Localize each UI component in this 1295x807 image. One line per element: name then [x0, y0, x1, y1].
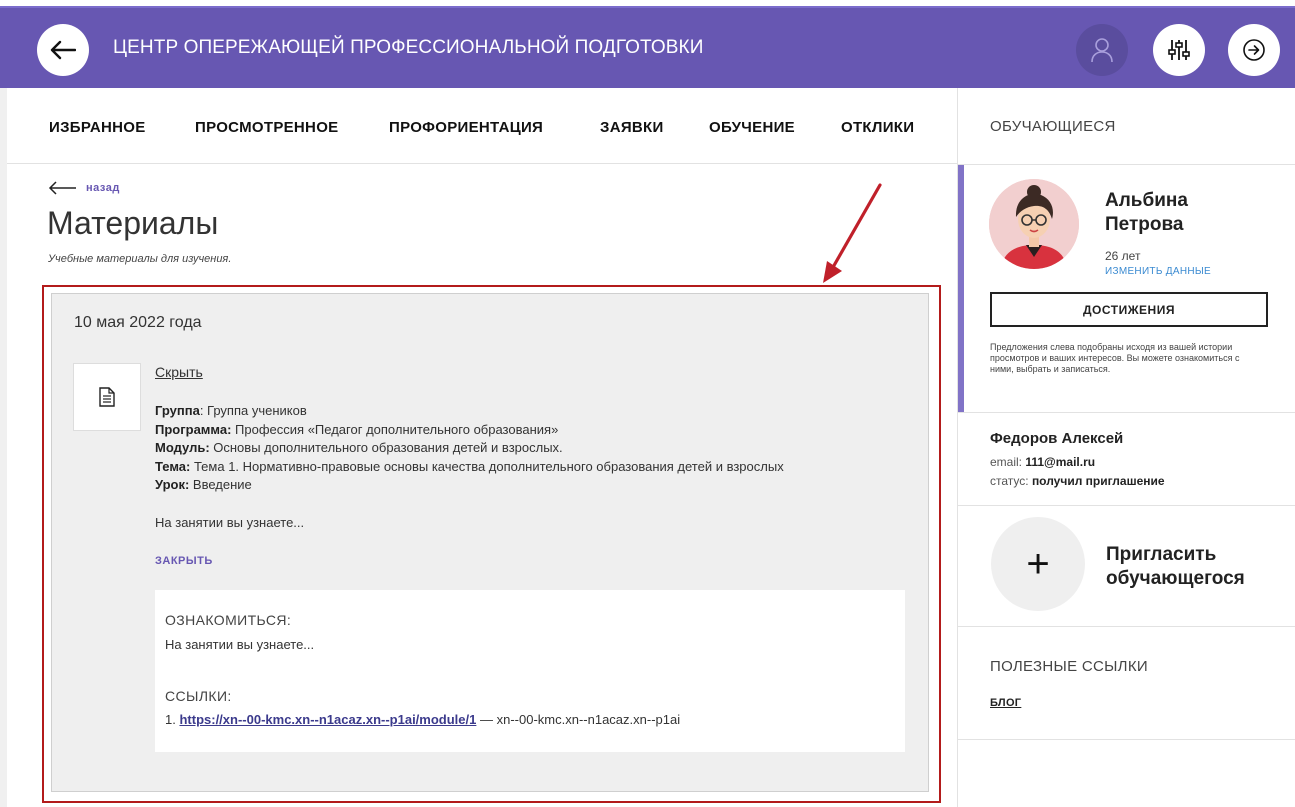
arrow-left-icon	[50, 40, 76, 60]
invite-student-label[interactable]: Пригласить обучающегося	[1106, 543, 1286, 591]
review-text: На занятии вы узнаете...	[165, 637, 315, 652]
nav-item-applications[interactable]: ЗАЯВКИ	[600, 119, 664, 136]
left-edge-strip	[0, 88, 7, 807]
links-heading: ССЫЛКИ:	[165, 688, 232, 704]
nav-item-learning[interactable]: ОБУЧЕНИЕ	[709, 119, 795, 136]
back-link[interactable]: назад	[48, 181, 120, 195]
edit-profile-link[interactable]: ИЗМЕНИТЬ ДАННЫЕ	[1105, 266, 1211, 277]
user-profile-button[interactable]	[1076, 24, 1128, 76]
exit-icon	[1243, 39, 1265, 61]
top-header: ЦЕНТР ОПЕРЕЖАЮЩЕЙ ПРОФЕССИОНАЛЬНОЙ ПОДГО…	[0, 6, 1295, 88]
settings-filter-button[interactable]	[1153, 24, 1205, 76]
sidebar-divider	[958, 412, 1295, 413]
sidebar-divider	[958, 505, 1295, 506]
detail-module: Модуль: Основы дополнительного образован…	[155, 440, 563, 455]
achievements-button[interactable]: ДОСТИЖЕНИЯ	[990, 292, 1268, 327]
detail-topic: Тема: Тема 1. Нормативно-правовые основы…	[155, 458, 784, 474]
student-name[interactable]: Федоров Алексей	[990, 430, 1123, 447]
material-details: Группа: Группа учеников Программа: Профе…	[155, 402, 925, 495]
profile-accent-bar	[958, 165, 964, 412]
header-back-button[interactable]	[37, 24, 89, 76]
annotation-arrow-icon	[823, 183, 882, 283]
logout-button[interactable]	[1228, 24, 1280, 76]
sliders-icon	[1168, 40, 1190, 60]
nav-item-responses[interactable]: ОТКЛИКИ	[841, 119, 914, 136]
nav-item-viewed[interactable]: ПРОСМОТРЕННОЕ	[195, 119, 338, 136]
module-link[interactable]: https://xn--00-kmc.xn--n1acaz.xn--p1ai/m…	[179, 712, 476, 727]
page-subtitle: Учебные материалы для изучения.	[48, 253, 232, 265]
review-heading: ОЗНАКОМИТЬСЯ:	[165, 612, 292, 628]
material-date: 10 мая 2022 года	[74, 314, 202, 331]
nav-item-favorites[interactable]: ИЗБРАННОЕ	[49, 119, 146, 136]
material-content-box: ОЗНАКОМИТЬСЯ: На занятии вы узнаете... С…	[155, 590, 905, 752]
profile-name: Альбина Петрова	[1105, 190, 1188, 235]
detail-group: Группа: Группа учеников	[155, 403, 307, 418]
back-link-label: назад	[86, 182, 120, 194]
useful-links-title: ПОЛЕЗНЫЕ ССЫЛКИ	[990, 658, 1148, 675]
profile-hint: Предложения слева подобраны исходя из ва…	[990, 342, 1240, 374]
student-status: статус: получил приглашение	[990, 474, 1165, 488]
profile-age: 26 лет	[1105, 249, 1141, 263]
arrow-left-icon	[48, 181, 76, 195]
invite-student-button[interactable]: +	[991, 517, 1085, 611]
lesson-description: На занятии вы узнаете...	[155, 515, 305, 530]
avatar-icon	[989, 179, 1079, 269]
detail-program: Программа: Профессия «Педагог дополнител…	[155, 421, 559, 437]
student-email: email: 111@mail.ru	[990, 455, 1096, 469]
nav-item-career-guidance[interactable]: ПРОФОРИЕНТАЦИЯ	[389, 119, 543, 136]
main-nav: ИЗБРАННОЕ ПРОСМОТРЕННОЕ ПРОФОРИЕНТАЦИЯ З…	[7, 88, 957, 164]
blog-link[interactable]: БЛОГ	[990, 697, 1021, 709]
document-thumbnail[interactable]	[73, 363, 141, 431]
link-row: 1. https://xn--00-kmc.xn--n1acaz.xn--p1a…	[165, 712, 681, 727]
page-title: Материалы	[47, 205, 219, 241]
detail-lesson: Урок: Введение	[155, 477, 252, 492]
sidebar-divider	[958, 626, 1295, 627]
app-page: ЦЕНТР ОПЕРЕЖАЮЩЕЙ ПРОФЕССИОНАЛЬНОЙ ПОДГО…	[0, 0, 1295, 807]
plus-icon: +	[1026, 541, 1050, 586]
sidebar-divider	[958, 739, 1295, 740]
profile-card: Альбина Петрова 26 лет ИЗМЕНИТЬ ДАННЫЕ Д…	[958, 165, 1295, 440]
hide-link[interactable]: Скрыть	[155, 364, 203, 380]
document-icon	[99, 387, 115, 407]
header-title: ЦЕНТР ОПЕРЕЖАЮЩЕЙ ПРОФЕССИОНАЛЬНОЙ ПОДГО…	[113, 37, 704, 58]
close-link[interactable]: ЗАКРЫТЬ	[155, 555, 213, 567]
sidebar-title: ОБУЧАЮЩИЕСЯ	[990, 118, 1116, 135]
user-icon	[1091, 38, 1113, 63]
avatar[interactable]	[989, 179, 1079, 269]
material-card: 10 мая 2022 года Скрыть Группа: Группа у…	[51, 293, 929, 792]
